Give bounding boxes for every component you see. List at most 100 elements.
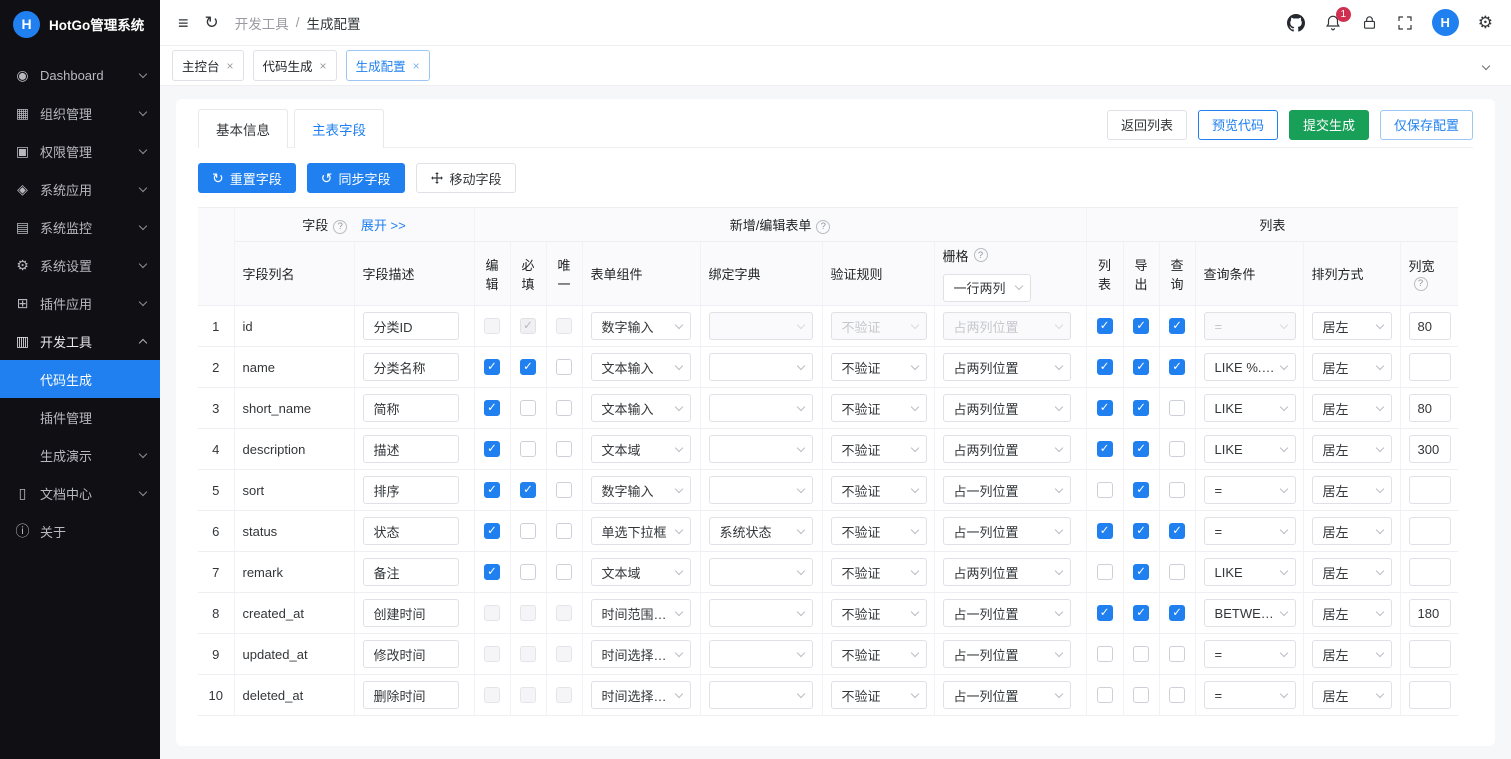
list-checkbox[interactable] (1096, 482, 1113, 499)
export-checkbox[interactable] (1133, 646, 1150, 663)
reset-fields-button[interactable]: ↻ 重置字段 (198, 163, 296, 193)
field-desc-input[interactable] (362, 353, 459, 381)
grid-select[interactable]: 占一列位置 (942, 681, 1071, 709)
component-select[interactable]: 文本输入 (590, 353, 691, 381)
field-desc-input[interactable] (362, 681, 459, 709)
export-checkbox[interactable]: ✓ (1133, 523, 1150, 540)
sidebar-item-plugin-manage[interactable]: 插件管理 (0, 398, 160, 436)
align-select[interactable]: 居左 (1311, 558, 1392, 586)
width-input[interactable] (1408, 476, 1451, 504)
required-checkbox[interactable]: ✓ (520, 359, 536, 376)
export-checkbox[interactable]: ✓ (1133, 482, 1150, 499)
app-logo[interactable]: H HotGo管理系统 (0, 0, 160, 48)
preview-code-button[interactable]: 预览代码 (1197, 109, 1278, 140)
dict-select[interactable] (708, 599, 813, 627)
width-input[interactable] (1408, 681, 1451, 709)
tabs-dropdown-icon[interactable] (1473, 53, 1499, 79)
field-desc-input[interactable] (362, 599, 459, 627)
grid-layout-select[interactable]: 一行两列 (942, 273, 1031, 302)
tab-codegen[interactable]: 代码生成 × (252, 50, 337, 81)
field-desc-input[interactable] (362, 312, 459, 340)
required-checkbox[interactable] (520, 564, 536, 581)
width-input[interactable] (1408, 394, 1451, 422)
github-icon[interactable] (1286, 13, 1305, 32)
component-select[interactable]: 文本域 (590, 435, 691, 463)
edit-checkbox[interactable]: ✓ (484, 359, 500, 376)
width-input[interactable] (1408, 435, 1451, 463)
sidebar-item-codegen[interactable]: 代码生成 (0, 360, 160, 398)
field-desc-input[interactable] (362, 435, 459, 463)
sync-fields-button[interactable]: ↺ 同步字段 (306, 163, 405, 193)
query-checkbox[interactable] (1169, 646, 1186, 663)
query-checkbox[interactable] (1169, 441, 1186, 458)
field-desc-input[interactable] (362, 476, 459, 504)
save-config-only-button[interactable]: 仅保存配置 (1379, 109, 1473, 140)
unique-checkbox[interactable] (556, 523, 572, 540)
dict-select[interactable] (708, 394, 813, 422)
condition-select[interactable]: = (1203, 681, 1296, 709)
query-checkbox[interactable]: ✓ (1169, 359, 1186, 376)
list-checkbox[interactable]: ✓ (1096, 400, 1113, 417)
export-checkbox[interactable]: ✓ (1133, 564, 1150, 581)
grid-select[interactable]: 占一列位置 (942, 640, 1071, 668)
grid-select[interactable]: 占一列位置 (942, 476, 1071, 504)
validation-select[interactable]: 不验证 (830, 681, 927, 709)
export-checkbox[interactable]: ✓ (1133, 441, 1150, 458)
list-checkbox[interactable] (1096, 687, 1113, 704)
component-select[interactable]: 时间选择(Y-... (590, 681, 691, 709)
grid-select[interactable]: 占两列位置 (942, 353, 1071, 381)
width-input[interactable] (1408, 599, 1451, 627)
dict-select[interactable] (708, 476, 813, 504)
notifications-bell-icon[interactable]: 1 (1324, 6, 1351, 32)
sidebar-item-settings[interactable]: ⚙ 系统设置 (0, 246, 160, 284)
list-checkbox[interactable]: ✓ (1096, 605, 1113, 622)
tab-gen-config[interactable]: 生成配置 × (345, 50, 430, 81)
tab-basic-info[interactable]: 基本信息 (198, 109, 288, 148)
tab-close-icon[interactable]: × (227, 60, 234, 72)
grid-select[interactable]: 占两列位置 (942, 558, 1071, 586)
align-select[interactable]: 居左 (1311, 435, 1392, 463)
validation-select[interactable]: 不验证 (830, 353, 927, 381)
condition-select[interactable]: LIKE (1203, 435, 1296, 463)
condition-select[interactable]: = (1203, 476, 1296, 504)
query-checkbox[interactable] (1169, 400, 1186, 417)
width-input[interactable] (1408, 517, 1451, 545)
required-checkbox[interactable] (520, 523, 536, 540)
align-select[interactable]: 居左 (1311, 476, 1392, 504)
query-checkbox[interactable]: ✓ (1169, 318, 1186, 335)
align-select[interactable]: 居左 (1311, 353, 1392, 381)
field-desc-input[interactable] (362, 517, 459, 545)
condition-select[interactable]: LIKE %...% (1203, 353, 1296, 381)
dict-select[interactable] (708, 681, 813, 709)
back-to-list-button[interactable]: 返回列表 (1106, 109, 1187, 140)
grid-select[interactable]: 占两列位置 (942, 394, 1071, 422)
query-checkbox[interactable]: ✓ (1169, 523, 1186, 540)
edit-checkbox[interactable]: ✓ (484, 441, 500, 458)
sidebar-item-gen-demo[interactable]: 生成演示 (0, 436, 160, 474)
validation-select[interactable]: 不验证 (830, 517, 927, 545)
component-select[interactable]: 时间选择(Y-... (590, 640, 691, 668)
width-input[interactable] (1408, 558, 1451, 586)
sidebar-item-docs[interactable]: ▯ 文档中心 (0, 474, 160, 512)
query-checkbox[interactable] (1169, 482, 1186, 499)
unique-checkbox[interactable] (556, 564, 572, 581)
align-select[interactable]: 居左 (1311, 394, 1392, 422)
export-checkbox[interactable]: ✓ (1133, 359, 1150, 376)
dict-select[interactable]: 系统状态 (708, 517, 813, 545)
dict-select[interactable] (708, 640, 813, 668)
validation-select[interactable]: 不验证 (830, 558, 927, 586)
sidebar-item-dashboard[interactable]: ◉ Dashboard (0, 56, 160, 94)
query-checkbox[interactable] (1169, 564, 1186, 581)
required-checkbox[interactable] (520, 400, 536, 417)
settings-gear-icon[interactable]: ⚙ (1478, 14, 1493, 31)
align-select[interactable]: 居左 (1311, 681, 1392, 709)
align-select[interactable]: 居左 (1311, 599, 1392, 627)
list-checkbox[interactable]: ✓ (1096, 523, 1113, 540)
unique-checkbox[interactable] (556, 359, 572, 376)
query-checkbox[interactable]: ✓ (1169, 605, 1186, 622)
component-select[interactable]: 单选下拉框 (590, 517, 691, 545)
query-checkbox[interactable] (1169, 687, 1186, 704)
sidebar-item-devtools[interactable]: ▥ 开发工具 (0, 322, 160, 360)
expand-fields-link[interactable]: 展开 >> (361, 218, 406, 233)
sidebar-item-permission[interactable]: ▣ 权限管理 (0, 132, 160, 170)
